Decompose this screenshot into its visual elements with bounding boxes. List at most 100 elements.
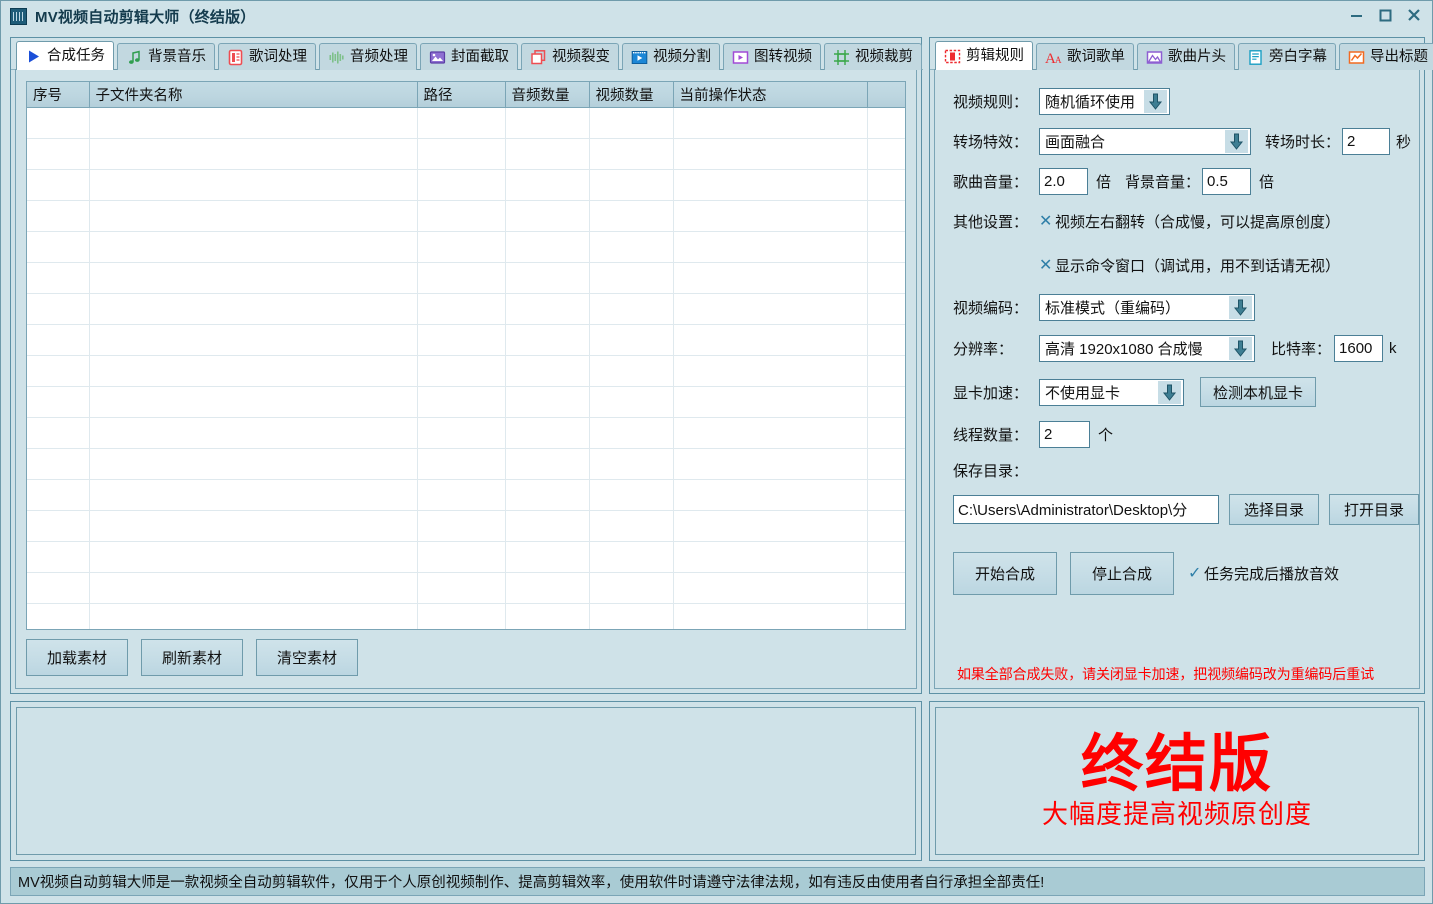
video-encoder-row: 视频编码： 标准模式（重编码） [953, 294, 1255, 321]
table-row[interactable] [27, 355, 905, 386]
start-synthesis-button[interactable]: 开始合成 [953, 552, 1057, 595]
table-cell [589, 572, 673, 603]
close-button[interactable] [1406, 4, 1422, 26]
tab-song-intro[interactable]: 歌曲片头 [1137, 43, 1235, 70]
column-header-video-count[interactable]: 视频数量 [589, 82, 673, 107]
transition-duration-input[interactable]: 2 [1342, 128, 1390, 155]
table-cell [505, 386, 589, 417]
load-material-button[interactable]: 加载素材 [26, 639, 128, 676]
table-row[interactable] [27, 448, 905, 479]
table-row[interactable] [27, 479, 905, 510]
tab-cover-capture[interactable]: 封面截取 [420, 43, 518, 70]
tab-synthesis-task[interactable]: 合成任务 [16, 41, 114, 70]
bitrate-input[interactable]: 1600 [1334, 335, 1383, 362]
thread-count-input[interactable]: 2 [1039, 421, 1090, 448]
save-dir-input[interactable]: C:\Users\Administrator\Desktop\分 [953, 495, 1219, 524]
refresh-material-button[interactable]: 刷新素材 [141, 639, 243, 676]
gpu-accel-row: 显卡加速： 不使用显卡 检测本机显卡 [953, 377, 1316, 407]
table-row[interactable] [27, 200, 905, 231]
table-row[interactable] [27, 231, 905, 262]
tab-video-fission[interactable]: 视频裂变 [521, 43, 619, 70]
save-dir-label-row: 保存目录： [953, 460, 1028, 481]
flip-video-checkbox[interactable]: ✕ 视频左右翻转（合成慢，可以提高原创度） [1039, 211, 1340, 232]
table-cell [589, 355, 673, 386]
task-table-container[interactable]: 序号 子文件夹名称 路径 音频数量 视频数量 当前操作状态 [26, 81, 906, 630]
rules-icon [944, 48, 961, 65]
tab-audio-processing[interactable]: 音频处理 [319, 43, 417, 70]
chevron-down-icon [1158, 381, 1181, 404]
cross-mark-icon: ✕ [1039, 214, 1053, 230]
save-dir-row: C:\Users\Administrator\Desktop\分 选择目录 打开… [953, 494, 1419, 525]
tab-narration-subtitles[interactable]: 旁白字幕 [1238, 43, 1336, 70]
stop-synthesis-button[interactable]: 停止合成 [1070, 552, 1174, 595]
column-header-current-status[interactable]: 当前操作状态 [673, 82, 867, 107]
table-cell [27, 231, 89, 262]
tab-lyrics-playlist[interactable]: A A 歌词歌单 [1036, 43, 1134, 70]
font-aa-icon: A A [1045, 49, 1062, 66]
open-dir-button[interactable]: 打开目录 [1329, 494, 1419, 525]
column-header-path[interactable]: 路径 [417, 82, 505, 107]
detect-gpu-button[interactable]: 检测本机显卡 [1200, 377, 1316, 407]
table-cell [27, 262, 89, 293]
log-area[interactable] [16, 707, 916, 855]
table-row[interactable] [27, 107, 905, 138]
tab-video-split[interactable]: 视频分割 [622, 43, 720, 70]
table-cell [89, 448, 417, 479]
column-header-audio-count[interactable]: 音频数量 [505, 82, 589, 107]
tab-label: 图转视频 [754, 50, 812, 65]
table-row[interactable] [27, 293, 905, 324]
table-cell [867, 355, 905, 386]
lyrics-document-icon [227, 49, 244, 66]
video-encoder-select[interactable]: 标准模式（重编码） [1039, 294, 1255, 321]
table-cell [505, 293, 589, 324]
tab-video-crop[interactable]: 视频裁剪 [824, 43, 922, 70]
table-cell [27, 107, 89, 138]
table-row[interactable] [27, 510, 905, 541]
transition-effect-label: 转场特效： [953, 131, 1039, 152]
table-row[interactable] [27, 138, 905, 169]
column-header-subfolder-name[interactable]: 子文件夹名称 [89, 82, 417, 107]
tab-background-music[interactable]: 背景音乐 [117, 43, 215, 70]
save-dir-label: 保存目录： [953, 460, 1028, 481]
tab-editing-rules[interactable]: 剪辑规则 [935, 41, 1033, 70]
show-console-checkbox[interactable]: ✕ 显示命令窗口（调试用，用不到话请无视） [1039, 255, 1340, 276]
table-cell [89, 479, 417, 510]
table-row[interactable] [27, 603, 905, 630]
thread-count-unit: 个 [1098, 424, 1113, 445]
table-cell [589, 138, 673, 169]
table-row[interactable] [27, 324, 905, 355]
video-split-icon [631, 49, 648, 66]
table-row[interactable] [27, 541, 905, 572]
table-cell [89, 386, 417, 417]
table-cell [89, 200, 417, 231]
clear-material-button[interactable]: 清空素材 [256, 639, 358, 676]
table-row[interactable] [27, 417, 905, 448]
gpu-accel-select[interactable]: 不使用显卡 [1039, 379, 1184, 406]
table-cell [89, 231, 417, 262]
material-button-group: 加载素材 刷新素材 清空素材 [26, 639, 358, 676]
application-window: MV视频自动剪辑大师（终结版） 合成任务 [0, 0, 1433, 904]
choose-dir-button[interactable]: 选择目录 [1229, 494, 1319, 525]
table-row[interactable] [27, 262, 905, 293]
bg-volume-input[interactable]: 0.5 [1202, 168, 1251, 195]
video-rule-select[interactable]: 随机循环使用 [1039, 88, 1170, 115]
tab-label: 视频裁剪 [855, 50, 913, 65]
table-cell [867, 293, 905, 324]
table-cell [673, 262, 867, 293]
tab-lyrics-processing[interactable]: 歌词处理 [218, 43, 316, 70]
song-volume-input[interactable]: 2.0 [1039, 168, 1088, 195]
export-title-icon [1348, 49, 1365, 66]
transition-effect-select[interactable]: 画面融合 [1039, 128, 1251, 155]
tab-export-title[interactable]: 导出标题 [1339, 43, 1433, 70]
table-row[interactable] [27, 386, 905, 417]
table-cell [673, 541, 867, 572]
table-cell [417, 572, 505, 603]
minimize-button[interactable] [1348, 4, 1364, 26]
tab-image-to-video[interactable]: 图转视频 [723, 43, 821, 70]
play-sound-on-finish-checkbox[interactable]: ✓ 任务完成后播放音效 [1188, 563, 1339, 584]
table-row[interactable] [27, 572, 905, 603]
maximize-button[interactable] [1377, 4, 1393, 26]
column-header-index[interactable]: 序号 [27, 82, 89, 107]
table-row[interactable] [27, 169, 905, 200]
resolution-select[interactable]: 高清 1920x1080 合成慢 [1039, 335, 1255, 362]
